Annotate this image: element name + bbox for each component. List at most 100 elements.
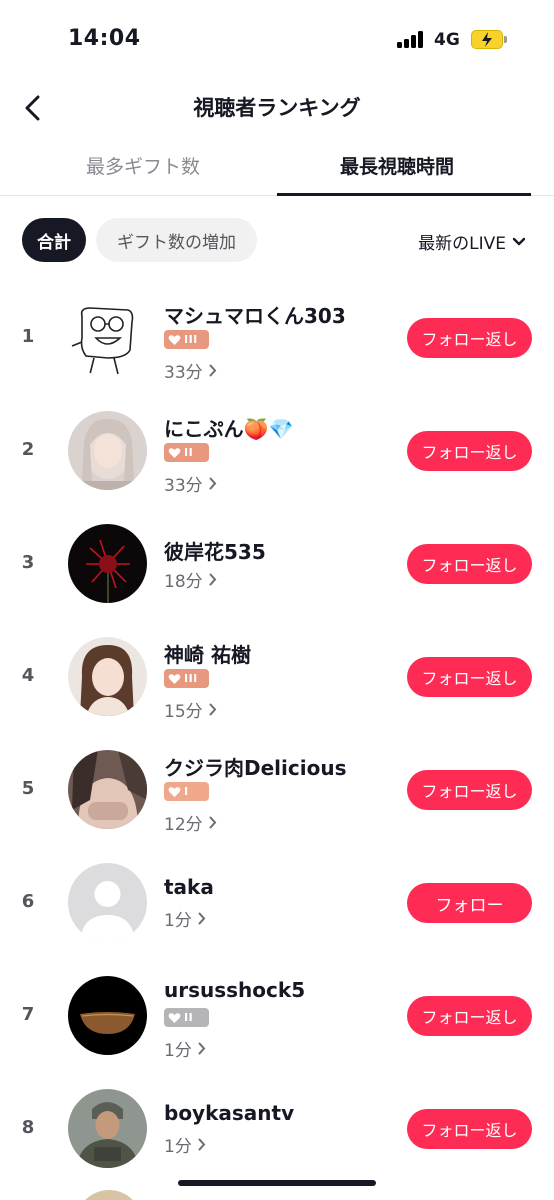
follow-back-button[interactable]: フォロー返し: [407, 318, 532, 358]
avatar[interactable]: [68, 750, 147, 829]
viewer-name: マシュマロくん303: [164, 304, 346, 328]
filter-bar: 合計 ギフト数の増加 最新のLIVE: [0, 216, 554, 266]
sort-label: 最新のLIVE: [418, 234, 506, 254]
badge-level: III: [184, 672, 198, 685]
default-avatar-icon: [68, 863, 147, 942]
rank-number: 4: [21, 665, 35, 686]
viewer-name: にこぷん🍑💎: [164, 417, 294, 441]
duration-label: 1分: [164, 1041, 192, 1061]
watch-duration[interactable]: 33分: [164, 358, 217, 383]
duration-label: 15分: [164, 702, 203, 722]
heart-icon: [168, 1012, 181, 1023]
watch-duration[interactable]: 1分: [164, 1036, 206, 1061]
viewer-name: taka: [164, 875, 214, 899]
duration-label: 33分: [164, 476, 203, 496]
heart-icon: [168, 673, 181, 684]
duration-label: 18分: [164, 572, 203, 592]
avatar[interactable]: [68, 1089, 147, 1168]
filter-chip-total[interactable]: 合計: [22, 218, 86, 262]
badge-level: II: [184, 1011, 194, 1024]
screen: 14:04 4G 視聴者ランキング 最多ギフト数 最長視聴時間 合計 ギフト数の…: [0, 0, 554, 1200]
home-indicator[interactable]: [178, 1180, 376, 1186]
fan-level-badge: I: [164, 782, 209, 801]
badge-level: I: [184, 785, 189, 798]
list-item[interactable]: 3 彼岸花535 18分 フォロー返し: [0, 514, 554, 614]
network-label: 4G: [434, 30, 460, 50]
watch-duration[interactable]: 15分: [164, 697, 217, 722]
fan-level-badge: II: [164, 443, 209, 462]
viewer-name: 神崎 祐樹: [164, 643, 251, 667]
duration-label: 12分: [164, 815, 203, 835]
badge-level: II: [184, 446, 194, 459]
avatar[interactable]: [68, 863, 147, 942]
follow-back-button[interactable]: フォロー返し: [407, 544, 532, 584]
avatar[interactable]: [68, 637, 147, 716]
viewer-name: クジラ肉Delicious: [164, 756, 347, 780]
duration-label: 1分: [164, 1137, 192, 1157]
rank-number: 6: [21, 891, 35, 912]
battery-icon: [471, 30, 507, 49]
avatar[interactable]: [68, 411, 147, 490]
rank-number: 7: [21, 1004, 35, 1025]
tab-bar: 最多ギフト数 最長視聴時間: [0, 140, 554, 196]
follow-back-button[interactable]: フォロー返し: [407, 770, 532, 810]
list-item[interactable]: 7 ursusshock5 II 1分 フォロー返し: [0, 966, 554, 1066]
nav-header: 視聴者ランキング: [0, 78, 554, 138]
signal-icon: [397, 31, 427, 48]
rank-number: 2: [21, 439, 35, 460]
viewer-name: boykasantv: [164, 1101, 295, 1125]
chevron-down-icon: [512, 237, 526, 245]
status-bar: 14:04 4G: [0, 0, 554, 72]
list-item[interactable]: 1 マシュマロくん303 III 33分 フォロー返し: [0, 288, 554, 388]
follow-back-button[interactable]: フォロー返し: [407, 996, 532, 1036]
tab-most-gifts[interactable]: 最多ギフト数: [86, 152, 200, 179]
follow-button[interactable]: フォロー: [407, 883, 532, 923]
fan-level-badge: II: [164, 1008, 209, 1027]
chevron-right-icon: [209, 573, 216, 586]
viewer-name: ursusshock5: [164, 978, 306, 1002]
list-item[interactable]: 5 クジラ肉Delicious I 12分 フォロー返し: [0, 740, 554, 840]
follow-back-button[interactable]: フォロー返し: [407, 431, 532, 471]
rank-number: 3: [21, 552, 35, 573]
watch-duration[interactable]: 18分: [164, 567, 217, 592]
fan-level-badge: III: [164, 669, 209, 688]
follow-back-button[interactable]: フォロー返し: [407, 657, 532, 697]
heart-icon: [168, 447, 181, 458]
avatar[interactable]: [68, 976, 147, 1055]
duration-label: 33分: [164, 363, 203, 383]
chevron-right-icon: [198, 1138, 206, 1151]
list-item[interactable]: 6 taka 1分 フォロー: [0, 853, 554, 953]
sort-dropdown[interactable]: 最新のLIVE: [418, 229, 526, 254]
list-item[interactable]: 8 boykasantv 1分 フォロー返し: [0, 1079, 554, 1179]
follow-back-button[interactable]: フォロー返し: [407, 1109, 532, 1149]
rank-number: 1: [21, 326, 35, 347]
rank-number: 5: [21, 778, 35, 799]
duration-label: 1分: [164, 911, 192, 931]
list-item[interactable]: 4 神崎 祐樹 III 15分 フォロー返し: [0, 627, 554, 727]
avatar: [76, 1190, 142, 1200]
heart-icon: [168, 786, 181, 797]
tab-longest-watch-time[interactable]: 最長視聴時間: [340, 152, 454, 179]
chevron-right-icon: [198, 1042, 206, 1055]
chevron-right-icon: [198, 912, 206, 925]
chevron-right-icon: [209, 364, 216, 377]
active-tab-indicator: [277, 193, 531, 196]
chevron-right-icon: [209, 477, 216, 490]
rank-number: 8: [21, 1117, 35, 1138]
list-item[interactable]: 2 にこぷん🍑💎 II 33分 フォロー返し: [0, 401, 554, 501]
viewer-name: 彼岸花535: [164, 540, 266, 564]
avatar[interactable]: [68, 298, 147, 377]
chevron-right-icon: [209, 816, 216, 829]
watch-duration[interactable]: 12分: [164, 810, 217, 835]
heart-icon: [168, 334, 181, 345]
watch-duration[interactable]: 33分: [164, 471, 217, 496]
filter-chip-gift-increase[interactable]: ギフト数の増加: [96, 218, 257, 262]
status-time: 14:04: [68, 26, 141, 51]
watch-duration[interactable]: 1分: [164, 1132, 206, 1157]
watch-duration[interactable]: 1分: [164, 906, 206, 931]
fan-level-badge: III: [164, 330, 209, 349]
avatar[interactable]: [68, 524, 147, 603]
badge-level: III: [184, 333, 198, 346]
chevron-right-icon: [209, 703, 216, 716]
page-title: 視聴者ランキング: [193, 96, 361, 120]
